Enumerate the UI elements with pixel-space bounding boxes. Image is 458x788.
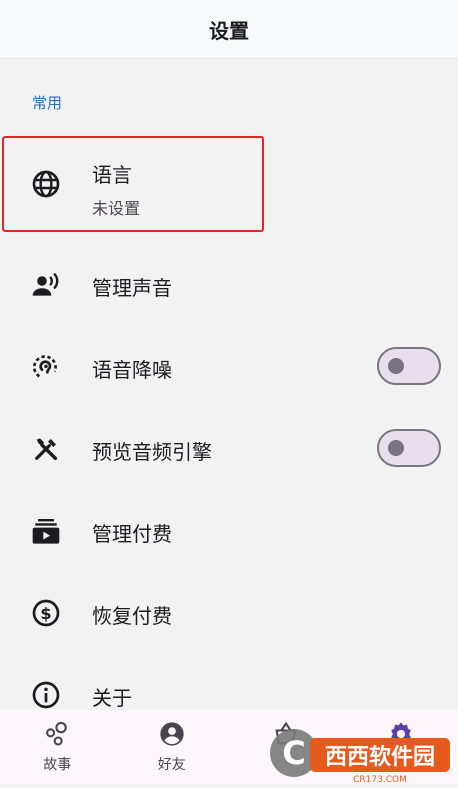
svg-text:C: C [282, 734, 305, 772]
settings-item-label: 管理付费 [92, 518, 172, 547]
info-icon [30, 679, 62, 711]
settings-item-label: 关于 [92, 682, 132, 711]
account-circle-icon [158, 720, 186, 748]
subscriptions-icon [30, 515, 62, 547]
nav-label: 好友 [158, 754, 186, 774]
tools-icon [30, 433, 62, 465]
bubbles-icon [43, 720, 71, 748]
toggle-knob [388, 440, 404, 456]
watermark-text: 西西软件园 [325, 744, 435, 770]
preview-audio-engine-toggle[interactable] [377, 429, 441, 467]
nav-label: 故事 [43, 754, 71, 774]
settings-item-restore-payment[interactable]: $ 恢复付费 [0, 572, 458, 654]
watermark-logo: C 西西软件园 CR173.COM [264, 722, 458, 784]
nav-item-friends[interactable]: 好友 [115, 710, 230, 784]
toggle-knob [388, 358, 404, 374]
watermark-subtext: CR173.COM [353, 775, 407, 784]
noise-reduction-icon [30, 351, 62, 383]
top-app-bar: 设置 [0, 0, 458, 59]
voice-person-icon [30, 269, 62, 301]
settings-item-manage-voices[interactable]: 管理声音 [0, 244, 458, 326]
settings-item-manage-payment[interactable]: 管理付费 [0, 490, 458, 572]
svg-text:$: $ [40, 604, 51, 623]
page-title: 设置 [209, 15, 249, 44]
settings-item-label: 管理声音 [92, 272, 172, 301]
section-title-general: 常用 [32, 92, 62, 113]
highlight-box [2, 136, 264, 232]
settings-item-label: 恢复付费 [92, 600, 172, 629]
settings-item-preview-audio-engine[interactable]: 预览音频引擎 [0, 408, 458, 490]
noise-reduction-toggle[interactable] [377, 347, 441, 385]
dollar-circle-icon: $ [30, 597, 62, 629]
settings-item-noise-reduction[interactable]: 语音降噪 [0, 326, 458, 408]
nav-item-stories[interactable]: 故事 [0, 710, 115, 784]
settings-item-label: 语音降噪 [92, 354, 172, 383]
settings-item-label: 预览音频引擎 [92, 436, 212, 465]
